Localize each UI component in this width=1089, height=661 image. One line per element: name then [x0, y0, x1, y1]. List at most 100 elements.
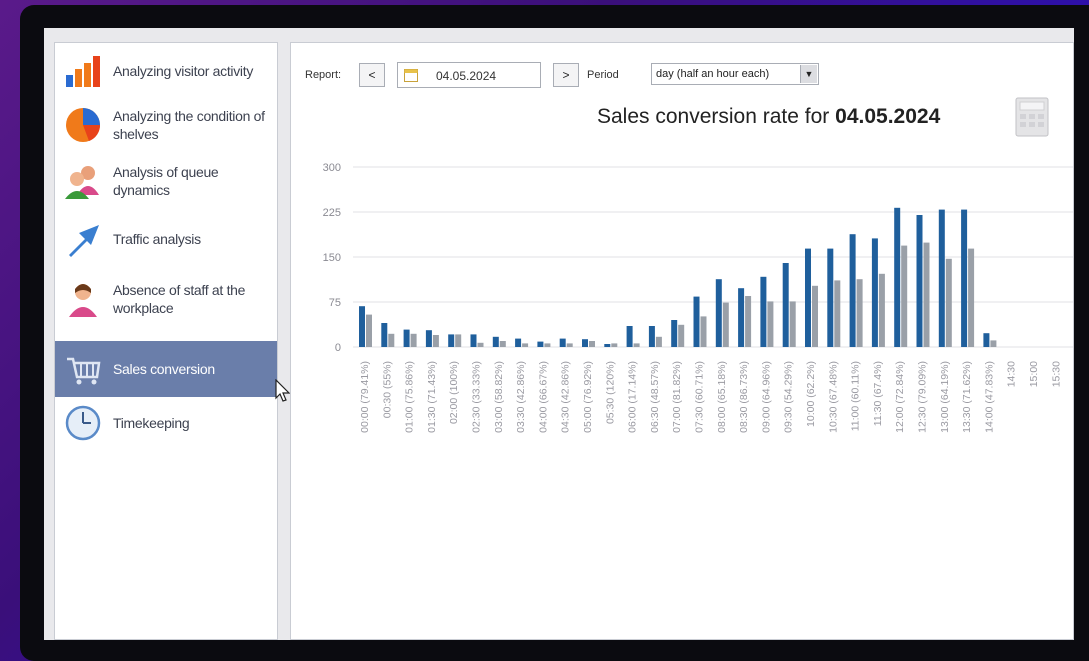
- x-tick-label: 13:30 (71.62%): [961, 361, 973, 433]
- bar-secondary: [789, 301, 796, 347]
- bar-secondary: [990, 340, 997, 347]
- bar-secondary: [589, 341, 595, 347]
- bar-primary: [492, 336, 499, 347]
- bar-primary: [827, 248, 834, 347]
- x-tick-label: 00:00 (79.41%): [359, 361, 371, 433]
- bar-secondary: [945, 258, 952, 347]
- bar-primary: [782, 263, 789, 347]
- bar-primary: [582, 339, 588, 347]
- bar-primary: [626, 326, 633, 347]
- bar-secondary: [968, 248, 975, 347]
- x-tick-label: 16:00: [1073, 361, 1074, 387]
- y-tick-label: 225: [323, 207, 341, 219]
- bar-primary: [448, 334, 455, 347]
- bar-primary: [671, 320, 678, 347]
- sidebar-item-sales-conversion[interactable]: Sales conversion: [55, 341, 277, 397]
- bar-primary: [359, 306, 365, 347]
- people-icon: [65, 166, 99, 199]
- bar-primary: [715, 279, 722, 347]
- bar-secondary: [745, 296, 752, 347]
- x-tick-label: 12:00 (72.84%): [894, 361, 906, 433]
- x-tick-label: 03:00 (58.82%): [493, 361, 505, 433]
- bar-secondary: [923, 242, 930, 347]
- x-tick-label: 10:30 (67.48%): [827, 361, 839, 433]
- bar-primary: [938, 209, 945, 347]
- shopping-cart-icon: [67, 357, 101, 385]
- bar-secondary: [812, 285, 818, 347]
- sidebar-item-visitor-activity[interactable]: Analyzing visitor activity: [55, 49, 277, 93]
- bar-primary: [849, 234, 856, 347]
- x-tick-label: 14:00 (47.83%): [983, 361, 995, 433]
- bar-secondary: [878, 273, 885, 347]
- bar-primary: [916, 215, 923, 347]
- bar-secondary: [611, 343, 618, 347]
- sidebar-item-label: Analyzing the condition of shelves: [113, 108, 265, 142]
- bar-primary: [515, 338, 522, 347]
- pie-chart-icon: [66, 108, 101, 142]
- x-tick-label: 01:30 (71.43%): [426, 361, 438, 433]
- bar-secondary: [410, 333, 417, 347]
- bar-secondary: [700, 316, 707, 347]
- bar-secondary: [678, 324, 685, 347]
- app-window: Analyzing visitor activity Analyzing the…: [44, 28, 1074, 640]
- bar-secondary: [655, 336, 662, 347]
- bar-secondary: [522, 343, 529, 347]
- x-tick-label: 15:00: [1028, 361, 1040, 387]
- y-tick-label: 150: [323, 252, 341, 264]
- bar-primary: [425, 330, 432, 347]
- x-tick-label: 05:30 (120%): [604, 361, 616, 424]
- bar-secondary: [901, 245, 908, 347]
- sidebar-item-shelves[interactable]: Analyzing the condition of shelves: [55, 103, 277, 147]
- bar-primary: [871, 238, 878, 347]
- x-tick-label: 11:30 (67.4%): [872, 361, 884, 426]
- sidebar-item-label: Sales conversion: [113, 361, 215, 377]
- arrow-icon: [69, 225, 99, 257]
- x-tick-label: 09:30 (54.29%): [783, 361, 795, 433]
- x-tick-label: 07:30 (60.71%): [694, 361, 706, 433]
- x-tick-label: 04:30 (42.86%): [560, 361, 572, 433]
- x-tick-label: 00:30 (55%): [381, 361, 393, 418]
- bar-primary: [381, 323, 388, 347]
- bar-primary: [738, 288, 745, 347]
- x-tick-label: 10:00 (62.2%): [805, 361, 817, 427]
- x-tick-label: 07:00 (81.82%): [671, 361, 683, 433]
- sidebar-item-staff-absence[interactable]: Absence of staff at the workplace: [55, 277, 277, 321]
- x-tick-label: 02:00 (100%): [448, 361, 460, 424]
- sidebar-item-queue-dynamics[interactable]: Analysis of queue dynamics: [55, 159, 277, 203]
- bar-secondary: [856, 279, 863, 347]
- bar-secondary: [544, 343, 551, 347]
- x-tick-label: 06:00 (17.14%): [627, 361, 639, 433]
- mouse-cursor-icon: [275, 379, 291, 402]
- bar-primary: [604, 344, 611, 347]
- bar-chart-icon: [66, 56, 100, 87]
- person-icon: [69, 284, 97, 317]
- bar-primary: [470, 334, 477, 347]
- y-tick-label: 75: [329, 297, 341, 309]
- sidebar-item-label: Analysis of queue dynamics: [113, 164, 219, 198]
- bar-secondary: [388, 333, 395, 347]
- bar-secondary: [633, 343, 640, 347]
- bar-secondary: [366, 314, 372, 347]
- bar-secondary: [566, 343, 573, 347]
- bar-secondary: [432, 335, 439, 347]
- bar-primary: [403, 329, 410, 347]
- bar-primary: [537, 341, 544, 347]
- x-tick-label: 08:00 (65.18%): [716, 361, 728, 433]
- sidebar-item-label: Timekeeping: [113, 415, 190, 431]
- bar-primary: [648, 326, 655, 347]
- x-tick-label: 03:30 (42.86%): [515, 361, 527, 433]
- bar-primary: [961, 209, 968, 347]
- sidebar-item-label: Traffic analysis: [113, 231, 201, 247]
- bar-primary: [894, 207, 901, 347]
- sidebar-item-label: Analyzing visitor activity: [113, 63, 254, 79]
- x-tick-label: 01:00 (75.86%): [404, 361, 416, 433]
- bar-secondary: [834, 280, 841, 347]
- bar-primary: [983, 333, 990, 347]
- bar-secondary: [455, 334, 462, 347]
- sidebar-item-traffic-analysis[interactable]: Traffic analysis: [55, 217, 277, 261]
- x-tick-label: 05:00 (76.92%): [582, 361, 594, 433]
- x-tick-label: 02:30 (33.33%): [471, 361, 483, 433]
- sidebar-item-timekeeping[interactable]: Timekeeping: [55, 401, 277, 445]
- main-panel: Report: < 04.05.2024 > Period day (half …: [290, 42, 1074, 640]
- x-tick-label: 04:00 (66.67%): [537, 361, 549, 433]
